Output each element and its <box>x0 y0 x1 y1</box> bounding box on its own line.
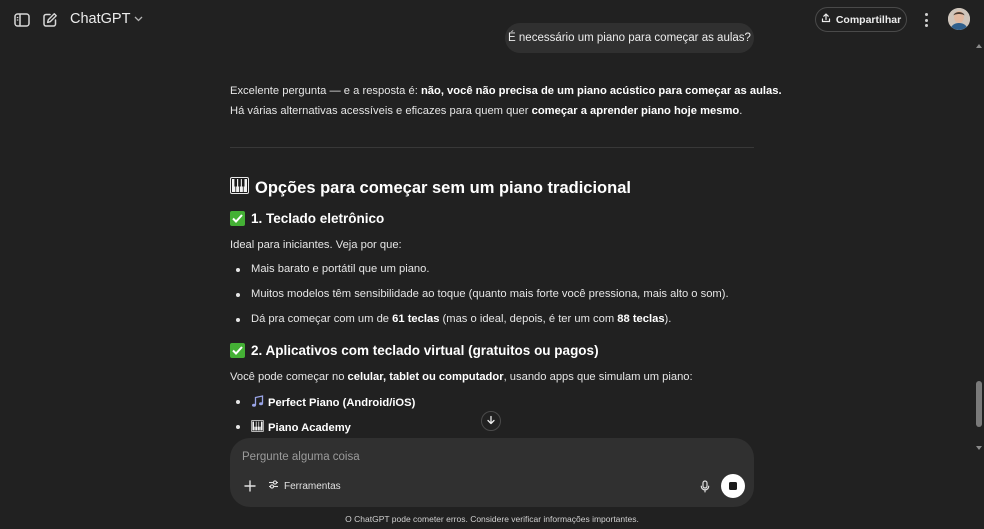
more-vertical-icon[interactable] <box>918 10 934 30</box>
list-item: Dá pra começar com um de 61 teclas (mas … <box>251 313 671 325</box>
disclaimer-text: O ChatGPT pode cometer erros. Considere … <box>345 514 639 524</box>
user-message-text: É necessário um piano para começar as au… <box>508 32 751 44</box>
prompt-input[interactable] <box>242 448 682 466</box>
list-item-bold: 61 teclas <box>392 313 440 325</box>
list-item-text: ). <box>664 313 672 325</box>
intro-1-bold: não, você não precisa de um piano acústi… <box>420 85 782 97</box>
scroll-down-arrow-icon[interactable] <box>976 446 982 450</box>
scroll-to-bottom-button[interactable] <box>481 411 501 431</box>
intro-1-text: Excelente pergunta — e a resposta é: <box>230 85 421 97</box>
arrow-down-icon <box>486 412 496 430</box>
piano-keys-icon <box>251 420 264 435</box>
music-note-icon <box>251 395 264 411</box>
new-chat-icon[interactable] <box>39 10 61 30</box>
share-label: Compartilhar <box>835 13 902 26</box>
section-heading-text: Opções para começar sem um piano tradici… <box>255 178 631 197</box>
keyboard-lead: Ideal para iniciantes. Veja por que: <box>230 239 402 251</box>
tools-label: Ferramentas <box>284 480 341 492</box>
chevron-down-icon <box>134 14 143 25</box>
intro-2-text: Há várias alternativas acessíveis e efic… <box>230 105 532 117</box>
divider <box>230 147 754 148</box>
share-button[interactable]: Compartilhar <box>815 7 907 32</box>
share-upload-icon <box>821 13 831 26</box>
avatar[interactable] <box>948 8 970 30</box>
sliders-icon <box>268 479 279 493</box>
intro-2-post: . <box>739 105 743 117</box>
check-mark-icon <box>230 343 245 358</box>
check-mark-icon <box>230 211 245 226</box>
sidebar-toggle-icon[interactable] <box>11 10 33 30</box>
plus-icon[interactable] <box>242 478 258 494</box>
list-item-text: Mais barato e portátil que um piano. <box>251 263 430 275</box>
tools-button[interactable]: Ferramentas <box>268 478 341 494</box>
model-selector[interactable]: ChatGPT <box>70 11 143 27</box>
list-item: Piano Academy <box>251 420 351 435</box>
scrollbar[interactable] <box>974 40 984 458</box>
bullet <box>236 268 240 272</box>
intro-2-bold: começar a aprender piano hoje mesmo <box>531 105 740 117</box>
stop-icon <box>729 482 737 490</box>
top-bar: ChatGPT Compartilhar <box>0 0 984 40</box>
brand-name: ChatGPT <box>70 11 131 27</box>
list-item-bold: 88 teclas <box>617 313 665 325</box>
bullet <box>236 318 240 322</box>
subheading-keyboard: 1. Teclado eletrônico <box>230 211 384 226</box>
apps-lead-bold: celular, tablet ou computador <box>347 371 504 383</box>
list-item: Perfect Piano (Android/iOS) <box>251 395 415 411</box>
list-item: Mais barato e portátil que um piano. <box>251 263 429 275</box>
list-item-bold: Perfect Piano (Android/iOS) <box>268 397 416 409</box>
list-item-bold: Piano Academy <box>268 421 351 434</box>
piano-keys-icon <box>230 177 249 199</box>
apps-lead: Você pode começar no celular, tablet ou … <box>230 371 693 383</box>
composer: Ferramentas <box>230 438 754 507</box>
intro-line-2: Há várias alternativas acessíveis e efic… <box>230 105 742 117</box>
scroll-up-arrow-icon[interactable] <box>976 44 982 48</box>
scrollbar-thumb[interactable] <box>976 381 982 427</box>
bullet <box>236 400 240 404</box>
list-item-text: Dá pra começar com um de <box>251 313 393 325</box>
user-message-bubble: É necessário um piano para começar as au… <box>505 23 754 53</box>
bullet <box>236 293 240 297</box>
subheading-apps: 2. Aplicativos com teclado virtual (grat… <box>230 343 599 358</box>
list-item-text: Muitos modelos têm sensibilidade ao toqu… <box>251 288 729 300</box>
microphone-icon[interactable] <box>698 478 712 494</box>
section-heading: Opções para começar sem um piano tradici… <box>230 177 631 199</box>
bullet <box>236 425 240 429</box>
apps-lead-text: Você pode começar no <box>230 371 348 383</box>
subheading-apps-text: 2. Aplicativos com teclado virtual (grat… <box>251 343 599 358</box>
list-item: Muitos modelos têm sensibilidade ao toqu… <box>251 288 729 300</box>
list-item-text: (mas o ideal, depois, é ter um com <box>439 313 618 325</box>
subheading-keyboard-text: 1. Teclado eletrônico <box>251 211 385 226</box>
apps-lead-text: , usando apps que simulam um piano: <box>503 371 693 383</box>
intro-line-1: Excelente pergunta — e a resposta é: não… <box>230 85 782 97</box>
stop-generating-button[interactable] <box>721 474 745 498</box>
